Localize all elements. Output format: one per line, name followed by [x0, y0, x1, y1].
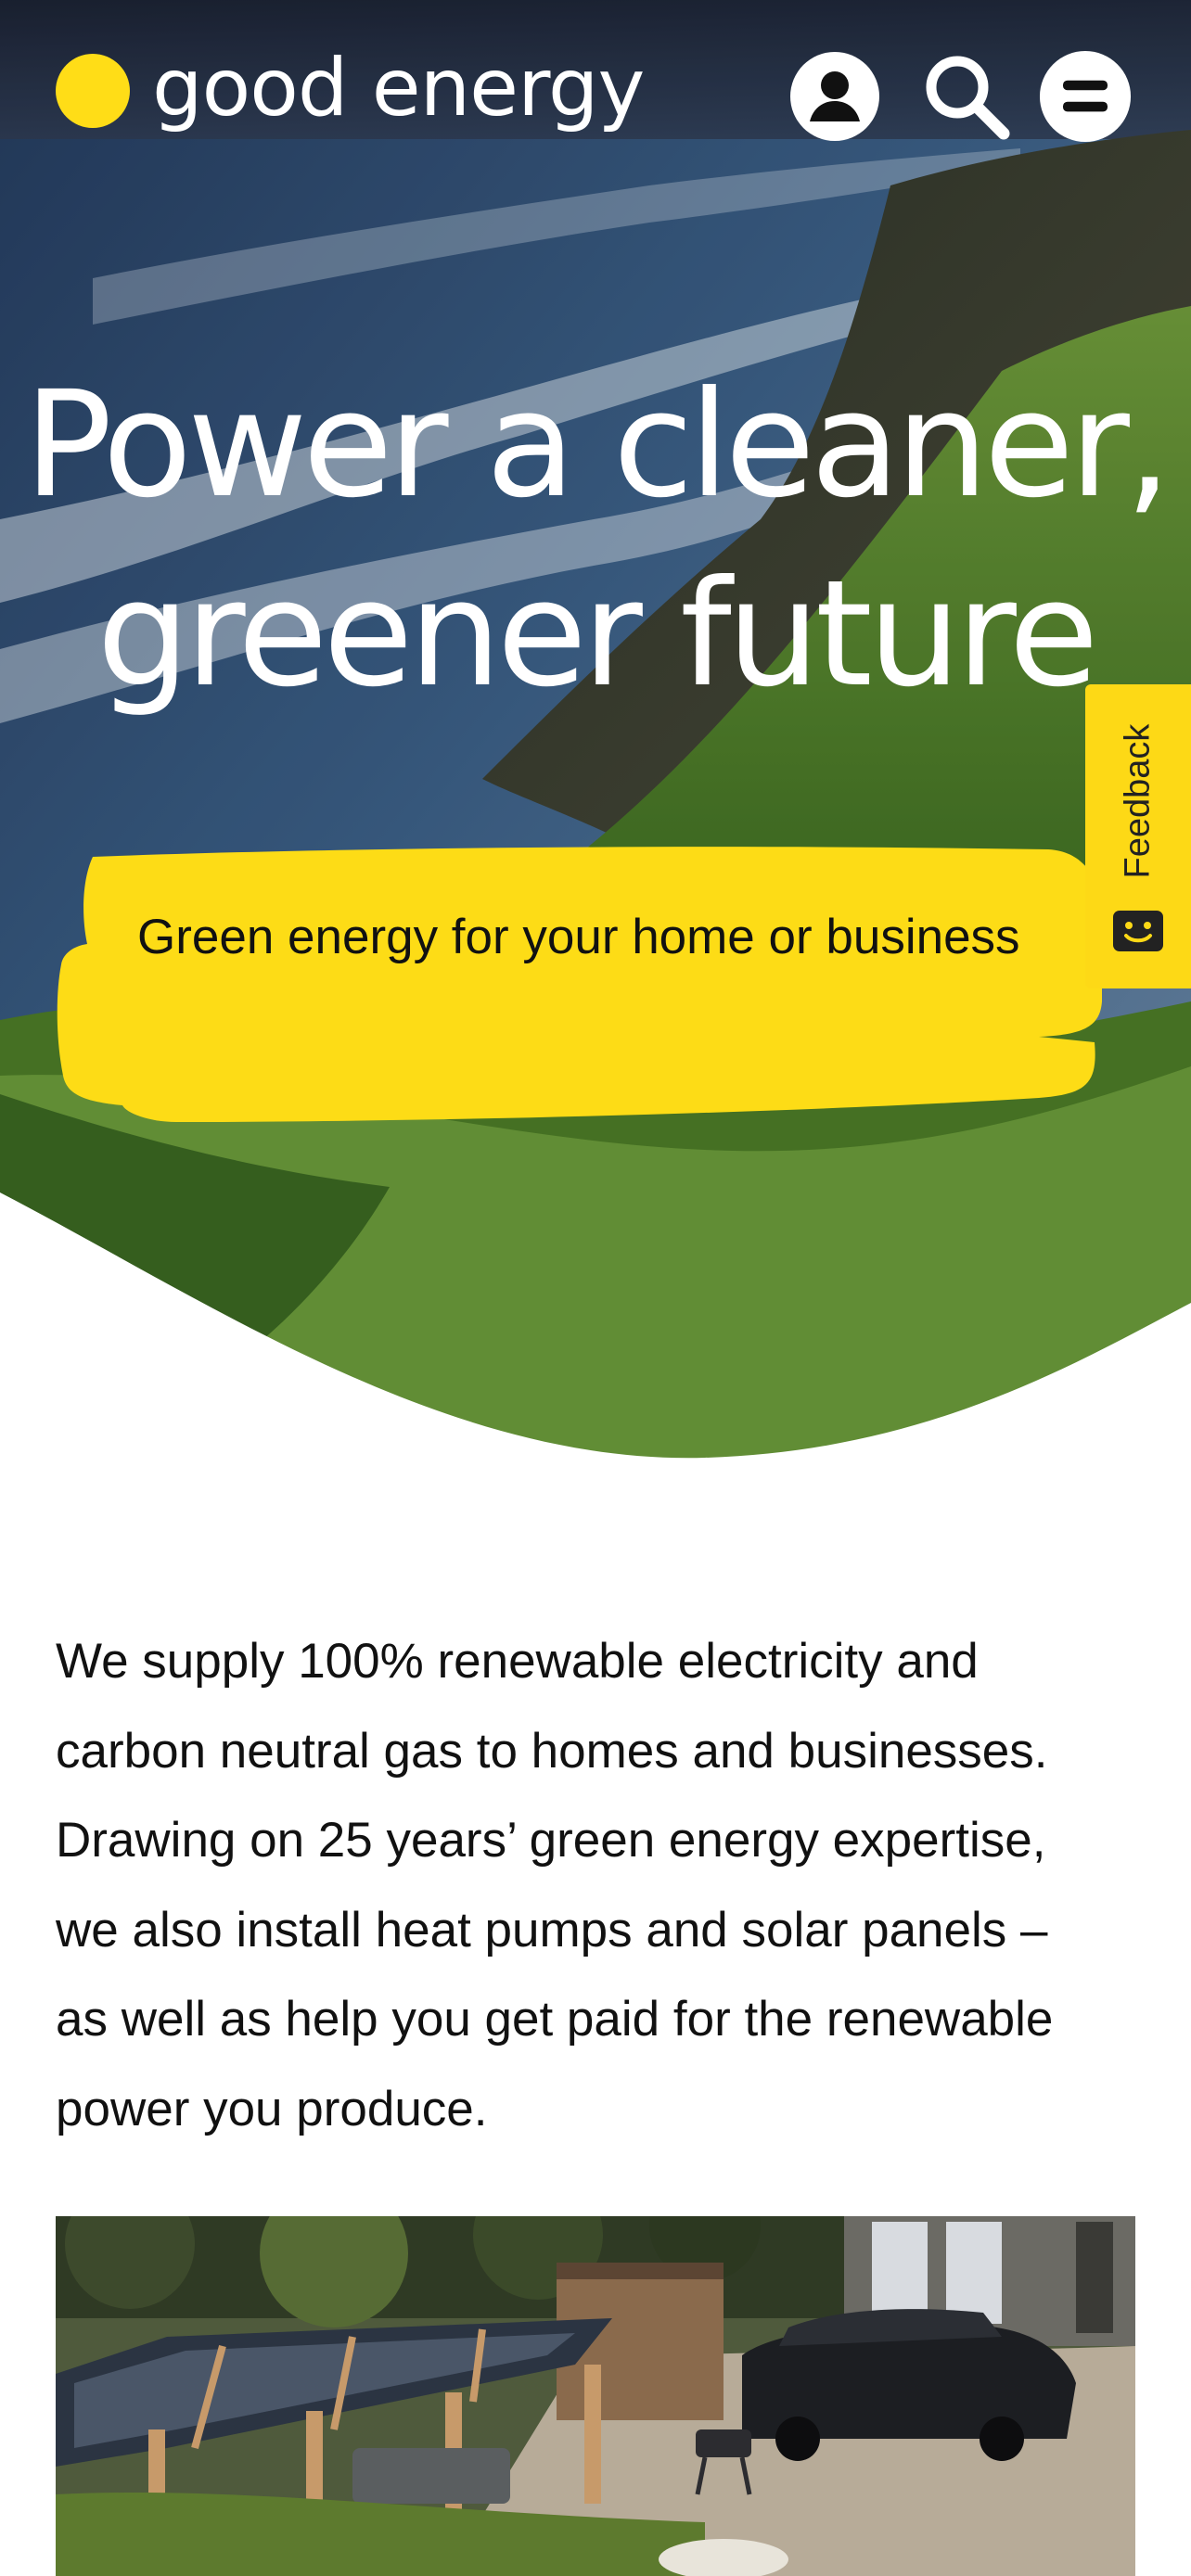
menu-button[interactable] [1039, 50, 1132, 143]
hero-section: good energy Power a cleaner, greener fut… [0, 0, 1191, 1465]
hero-headline: Power a cleaner, greener future [0, 351, 1191, 729]
logo-text: good energy [152, 42, 645, 134]
brush-stroke-shape [57, 847, 1103, 1122]
intro-line: we also install heat pumps and solar pan… [56, 1902, 1048, 1958]
hero-wave-divider [0, 1192, 1191, 1465]
intro-line: Drawing on 25 years’ green energy expert… [56, 1813, 1046, 1868]
solar-garden-photo [56, 2216, 1135, 2576]
feedback-label: Feedback [1118, 723, 1158, 879]
intro-line: as well as help you get paid for the ren… [56, 1992, 1054, 2047]
feedback-tab[interactable]: Feedback [1085, 684, 1191, 988]
intro-paragraph: We supply 100% renewable electricity and… [56, 1617, 1150, 2154]
account-button[interactable] [788, 50, 881, 143]
account-icon [790, 52, 879, 141]
search-button[interactable] [920, 50, 1013, 143]
site-header: good energy [0, 0, 1191, 185]
menu-icon [1039, 50, 1132, 143]
intro-line: carbon neutral gas to homes and business… [56, 1723, 1048, 1779]
cta-green-energy-button[interactable]: Green energy for your home or business [56, 844, 1141, 1141]
smiley-icon [1113, 911, 1163, 951]
solar-garden-image [56, 2216, 1135, 2576]
hero-headline-line-2: greener future [96, 549, 1098, 720]
logo[interactable]: good energy [56, 48, 645, 128]
cta-label: Green energy for your home or business [137, 910, 1020, 964]
page: good energy Power a cleaner, greener fut… [0, 0, 1191, 2576]
search-icon [926, 56, 1010, 140]
intro-line: We supply 100% renewable electricity and [56, 1634, 979, 1689]
intro-line: power you produce. [56, 2081, 488, 2136]
hero-headline-line-1: Power a cleaner, [23, 360, 1172, 530]
logo-dot [56, 54, 130, 128]
